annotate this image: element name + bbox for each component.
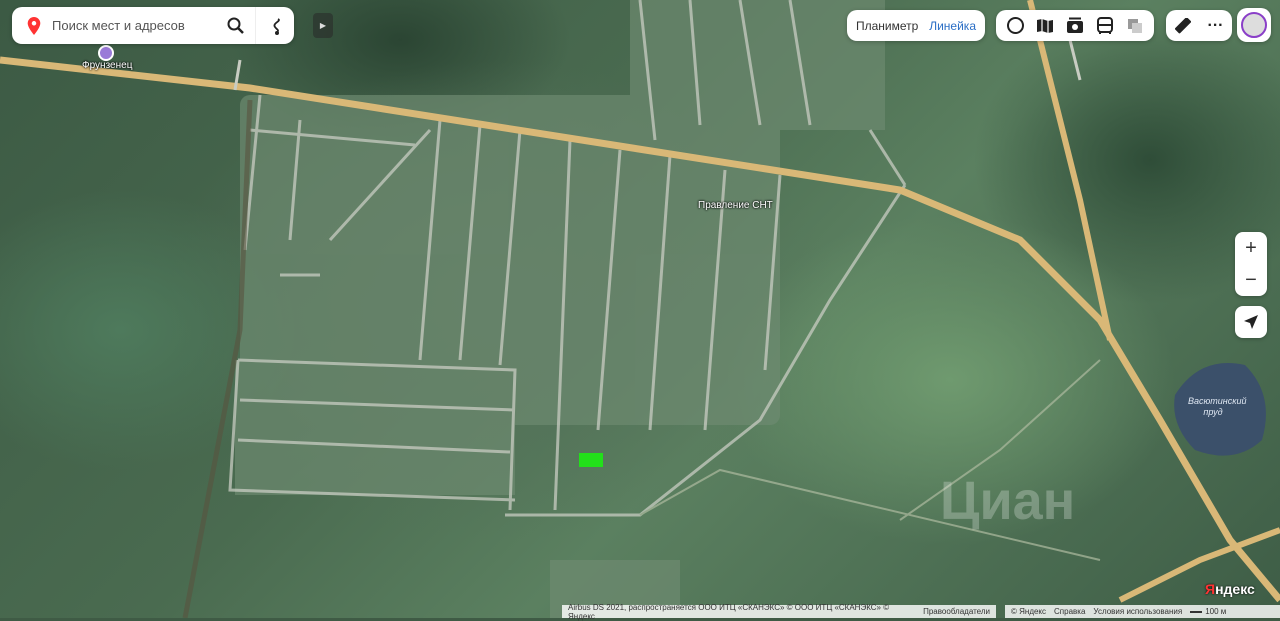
my-location-button[interactable] bbox=[1235, 306, 1267, 338]
poi-icon[interactable] bbox=[98, 45, 114, 61]
zoom-in-button[interactable]: + bbox=[1235, 232, 1267, 264]
minus-icon: − bbox=[1245, 268, 1257, 291]
route-icon bbox=[273, 17, 280, 35]
extra-tools: ··· bbox=[1166, 10, 1232, 41]
label-village: Фрунзенец bbox=[82, 60, 133, 71]
location-arrow-icon bbox=[1244, 315, 1258, 329]
scale-bar: 100 м bbox=[1190, 607, 1226, 616]
plot-marker[interactable] bbox=[579, 453, 603, 467]
ruler-icon[interactable] bbox=[1172, 15, 1194, 37]
avatar-icon bbox=[1241, 12, 1267, 38]
yandex-copyright[interactable]: © Яндекс bbox=[1011, 607, 1046, 616]
user-avatar[interactable] bbox=[1237, 8, 1271, 42]
photo-icon[interactable] bbox=[1064, 15, 1086, 37]
planimeter-button[interactable]: Планиметр bbox=[856, 19, 918, 33]
search-button[interactable] bbox=[217, 7, 255, 44]
ruler-button[interactable]: Линейка bbox=[929, 19, 976, 33]
search-input[interactable]: Поиск мест и адресов bbox=[52, 18, 217, 33]
map-layers-icon[interactable] bbox=[1034, 15, 1056, 37]
label-pond: Васютинский пруд bbox=[1188, 396, 1247, 417]
terms-link[interactable]: Условия использования bbox=[1093, 607, 1182, 616]
footer-links: © Яндекс Справка Условия использования 1… bbox=[1005, 605, 1280, 618]
yandex-logo[interactable]: Яндекс bbox=[1205, 581, 1255, 597]
logo-first-letter: Я bbox=[1205, 581, 1216, 597]
plus-icon: + bbox=[1245, 236, 1257, 259]
attribution-bar: Airbus DS 2021, распространяется ООО ИТЦ… bbox=[562, 603, 996, 621]
more-icon[interactable]: ··· bbox=[1205, 15, 1227, 37]
measure-tools: Планиметр Линейка bbox=[847, 10, 985, 41]
label-board: Правление СНТ bbox=[698, 200, 773, 211]
layers-toolbar bbox=[996, 10, 1154, 41]
zoom-controls: + − bbox=[1235, 232, 1267, 296]
transport-icon[interactable] bbox=[1094, 15, 1116, 37]
watermark: Циан bbox=[940, 471, 1076, 531]
map-features bbox=[0, 0, 1280, 618]
scale-label: 100 м bbox=[1205, 607, 1227, 616]
panorama-icon[interactable] bbox=[1004, 15, 1026, 37]
chevron-right-icon: ▶ bbox=[319, 21, 327, 30]
route-button[interactable] bbox=[256, 7, 294, 44]
rights-holders-link[interactable]: Правообладатели bbox=[923, 607, 990, 616]
search-icon bbox=[227, 17, 244, 34]
logo-rest: ндекс bbox=[1215, 581, 1255, 597]
layers-stack-icon[interactable] bbox=[1124, 15, 1146, 37]
collapse-panel-button[interactable]: ▶ bbox=[313, 13, 333, 38]
search-bar[interactable]: Поиск мест и адресов bbox=[12, 7, 294, 44]
map-pin-icon bbox=[27, 16, 41, 35]
zoom-out-button[interactable]: − bbox=[1235, 264, 1267, 296]
help-link[interactable]: Справка bbox=[1054, 607, 1085, 616]
